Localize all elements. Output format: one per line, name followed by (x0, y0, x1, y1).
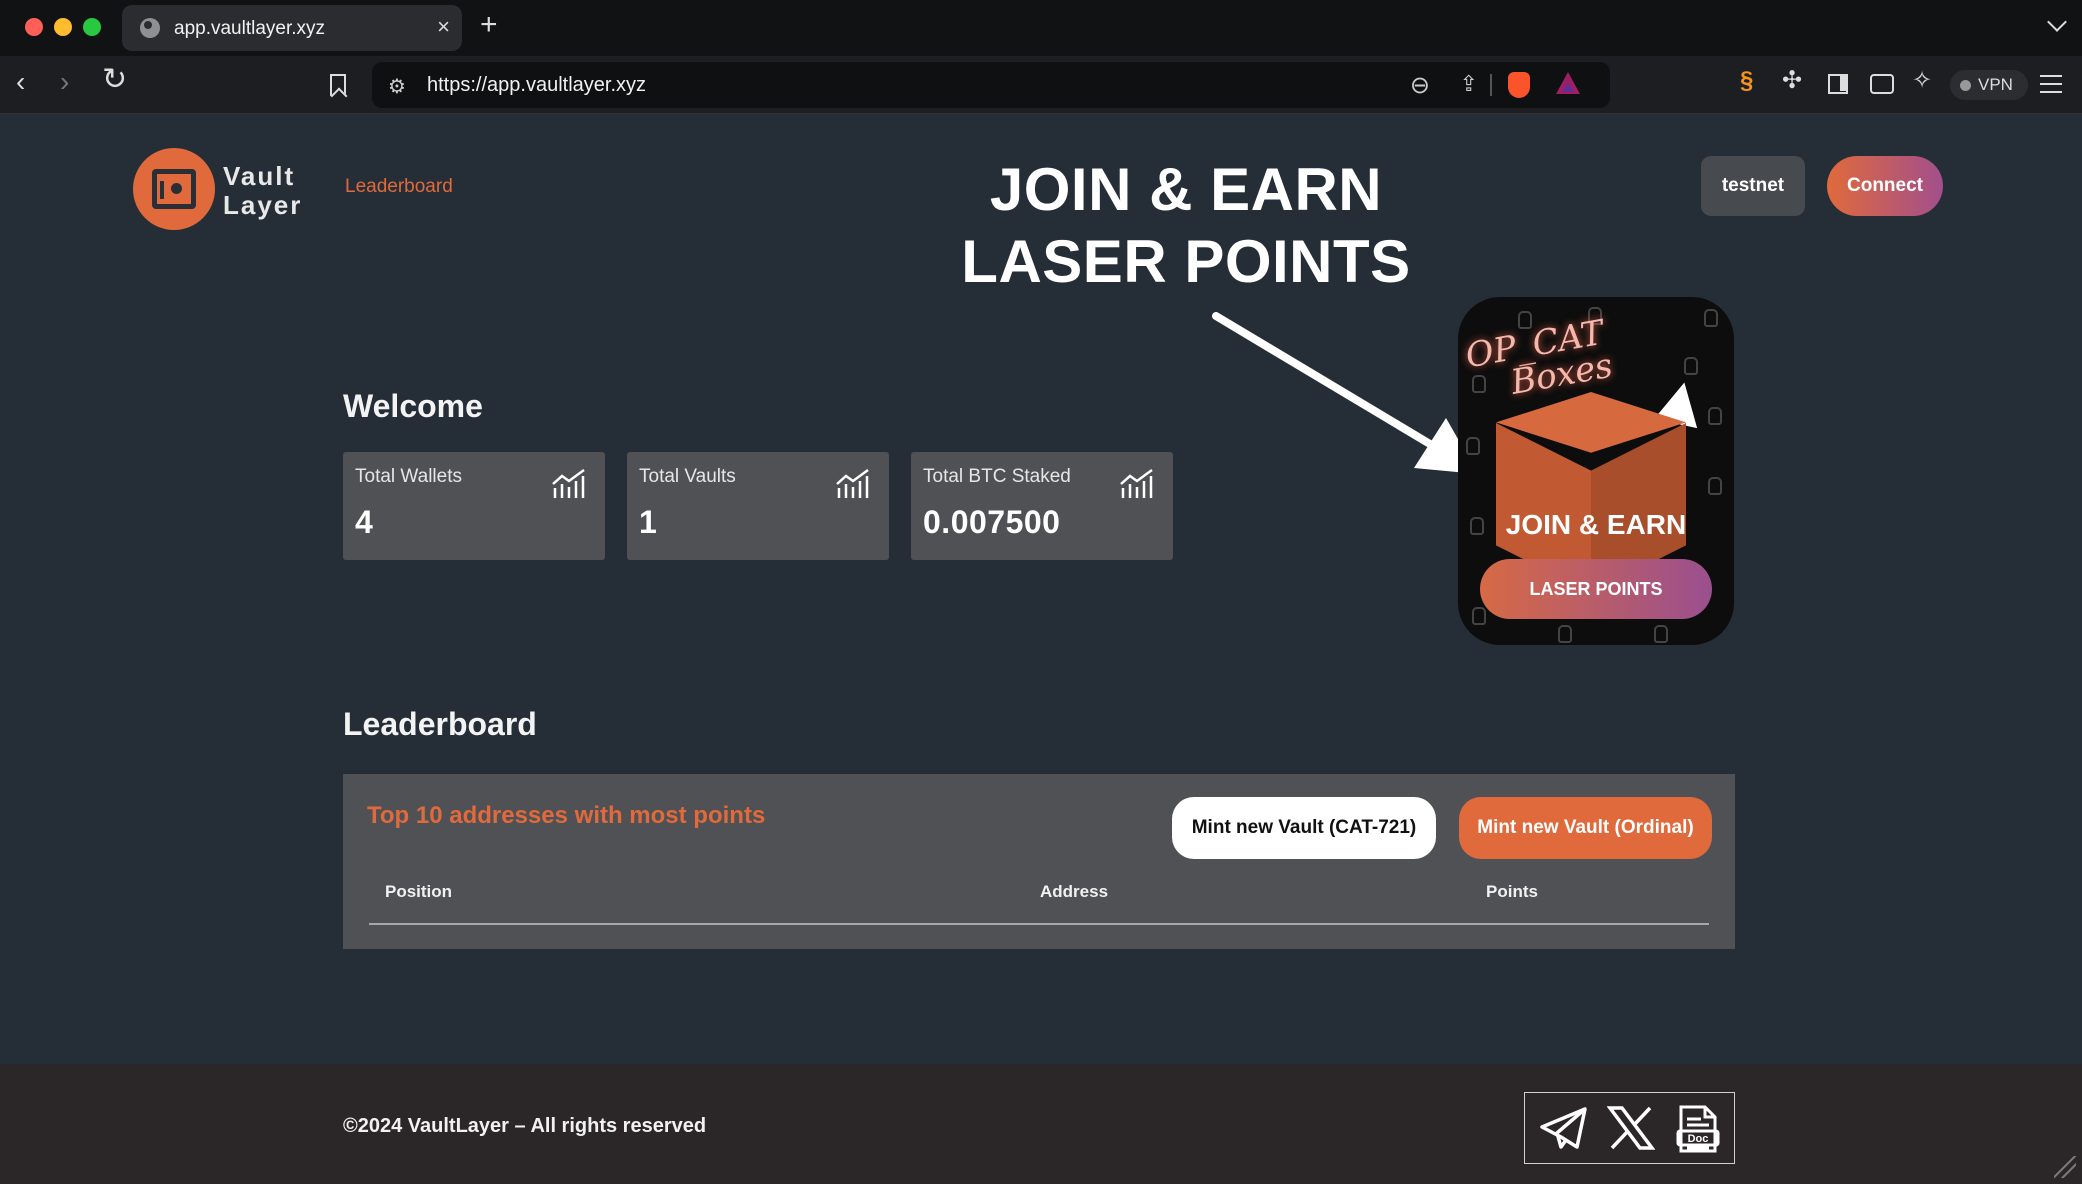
logo-text[interactable]: Vault Layer (223, 162, 302, 220)
divider (1490, 74, 1492, 96)
column-header-position: Position (385, 882, 453, 901)
telegram-icon[interactable] (1539, 1105, 1589, 1151)
bookmark-icon[interactable] (330, 74, 346, 96)
page: Vault Layer Leaderboard testnet Connect … (0, 114, 2082, 1064)
browser-tab[interactable]: app.vaultlayer.xyz × (122, 5, 462, 51)
stat-label: Total BTC Staked (923, 466, 1071, 487)
svg-text:Doc: Doc (1688, 1133, 1709, 1145)
back-icon[interactable]: ‹ (16, 68, 25, 96)
keyhole-icon (171, 183, 182, 194)
social-links: Doc (1524, 1092, 1735, 1164)
stat-card-total-vaults: Total Vaults 1 (627, 452, 889, 560)
safe-icon (152, 169, 196, 209)
laser-points-button[interactable]: LASER POINTS (1480, 559, 1712, 619)
leaderboard-panel: Top 10 addresses with most points Mint n… (343, 774, 1735, 949)
copyright-text: ©2024 VaultLayer – All rights reserved (343, 1115, 707, 1137)
vpn-label: VPN (1978, 75, 2013, 94)
chart-up-icon (836, 468, 869, 498)
tab-close-button[interactable]: × (437, 14, 450, 40)
url-text[interactable]: https://app.vaultlayer.xyz (427, 74, 646, 97)
logo-line-1: Vault (223, 161, 296, 191)
site-settings-icon[interactable]: ⚙ (388, 74, 406, 99)
forward-icon[interactable]: › (60, 68, 69, 96)
minimize-window-button[interactable] (54, 18, 72, 36)
close-window-button[interactable] (25, 18, 43, 36)
globe-icon (140, 18, 160, 38)
arrow-icon (1212, 312, 1478, 474)
stat-value: 4 (355, 504, 374, 540)
leaderboard-title: Leaderboard (343, 706, 537, 742)
sidebar-icon[interactable] (1828, 74, 1848, 94)
network-button[interactable]: testnet (1701, 156, 1805, 216)
zoom-out-icon[interactable]: ⊖ (1410, 71, 1430, 100)
browser-titlebar: app.vaultlayer.xyz × + (0, 0, 2082, 56)
brave-rewards-icon[interactable] (1556, 72, 1580, 94)
menu-icon[interactable] (2040, 75, 2062, 93)
promo-join-text: JOIN & EARN (1505, 509, 1687, 540)
doc-icon[interactable]: Doc (1673, 1105, 1721, 1153)
stat-value: 1 (639, 504, 658, 540)
overlay-line-1: JOIN & EARN (989, 156, 1383, 223)
address-bar[interactable]: ⚙ https://app.vaultlayer.xyz ⊖ ⇪ (372, 62, 1610, 108)
extension-icon[interactable]: § (1740, 69, 1753, 93)
column-header-address: Address (1040, 882, 1109, 901)
browser-toolbar: ‹ › ↻ ⚙ https://app.vaultlayer.xyz ⊖ ⇪ §… (0, 56, 2082, 114)
column-header-points: Points (1486, 882, 1538, 901)
footer: ©2024 VaultLayer – All rights reserved D… (0, 1064, 2082, 1184)
connect-button[interactable]: Connect (1827, 156, 1943, 216)
logo-line-2: Layer (223, 190, 303, 220)
vpn-button[interactable]: VPN (1950, 70, 2028, 100)
brave-shields-icon[interactable] (1508, 72, 1530, 98)
new-tab-button[interactable]: + (480, 8, 498, 42)
puzzle-icon[interactable]: ✣ (1782, 69, 1802, 93)
maximize-window-button[interactable] (83, 18, 101, 36)
vpn-status-icon (1960, 80, 1971, 91)
mint-vault-ordinal-button[interactable]: Mint new Vault (Ordinal) (1459, 797, 1712, 859)
mint-vault-cat721-button[interactable]: Mint new Vault (CAT-721) (1172, 797, 1436, 859)
stat-value: 0.007500 (923, 504, 1061, 540)
resize-handle-icon[interactable] (2054, 1156, 2076, 1178)
share-icon[interactable]: ⇪ (1460, 71, 1478, 97)
welcome-title: Welcome (343, 388, 483, 424)
table-divider (369, 923, 1709, 925)
stat-card-total-wallets: Total Wallets 4 (343, 452, 605, 560)
nav-link-leaderboard[interactable]: Leaderboard (345, 176, 453, 198)
chart-up-icon (1120, 468, 1153, 498)
stat-card-total-btc-staked: Total BTC Staked 0.007500 (911, 452, 1173, 560)
tab-title: app.vaultlayer.xyz (174, 18, 326, 39)
chevron-down-icon[interactable] (2047, 12, 2067, 32)
reload-icon[interactable]: ↻ (102, 65, 127, 95)
leaderboard-subtitle: Top 10 addresses with most points (367, 802, 766, 829)
stat-label: Total Vaults (639, 466, 736, 487)
leo-ai-icon[interactable]: ✧ (1912, 69, 1932, 93)
wallet-icon[interactable] (1870, 74, 1894, 94)
op-cat-boxes-banner[interactable]: OP_CAT Boxes JOIN & EARN LASER POINTS (1458, 297, 1734, 645)
x-icon[interactable] (1607, 1105, 1655, 1151)
promo-overlay-title: JOIN & EARN LASER POINTS (930, 154, 1442, 298)
vaultlayer-logo-icon[interactable] (133, 148, 215, 230)
stat-label: Total Wallets (355, 466, 462, 487)
chart-up-icon (552, 468, 585, 498)
overlay-line-2: LASER POINTS (961, 228, 1411, 295)
